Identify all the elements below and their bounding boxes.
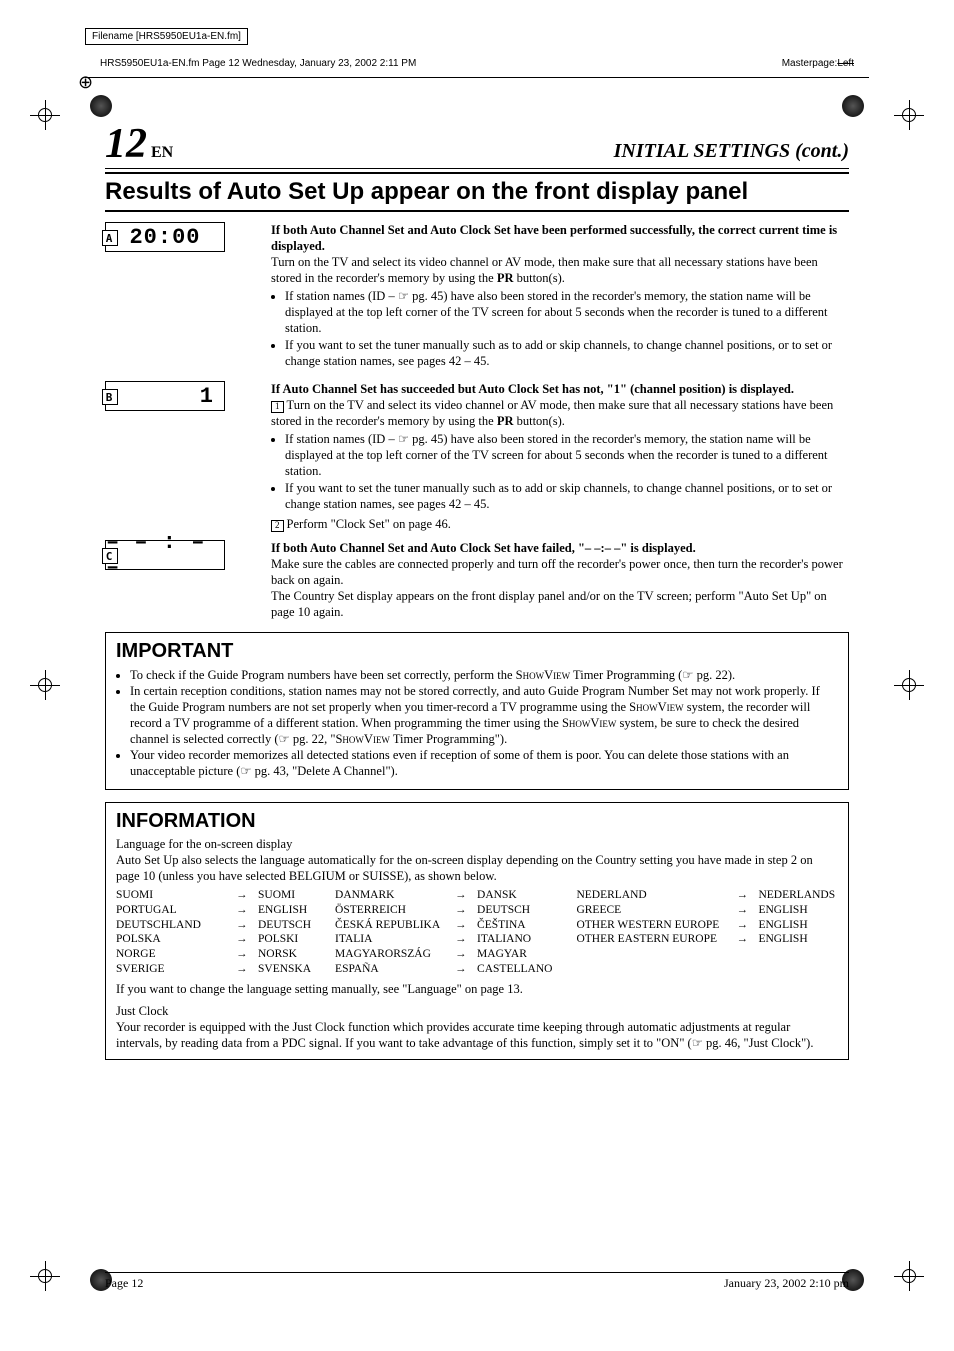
lang-heading: Language for the on-screen display [116, 836, 838, 852]
page-number: 12EN [105, 120, 173, 168]
masterpage-value: Left [837, 58, 854, 69]
masterpage-label: Masterpage:Left [782, 58, 854, 69]
scenario-a-bullet-1: If station names (ID – ☞ pg. 45) have al… [285, 288, 849, 336]
display-value-a: 20:00 [129, 225, 200, 250]
scenario-c-para2: The Country Set display appears on the f… [271, 588, 849, 620]
lang-row: ITALIA→ITALIANO [335, 932, 552, 947]
lang-row: DANMARK→DANSK [335, 888, 552, 903]
important-bullet-1: To check if the Guide Program numbers ha… [130, 667, 838, 683]
scenario-b-bullet-1: If station names (ID – ☞ pg. 45) have al… [285, 431, 849, 479]
lang-row: OTHER EASTERN EUROPE→ENGLISH [576, 932, 835, 947]
scenario-c-title: If both Auto Channel Set and Auto Clock … [271, 540, 849, 556]
lang-row: ESPAÑA→CASTELLANO [335, 962, 552, 977]
footer-page: Page 12 [105, 1276, 143, 1291]
filename-label: Filename [HRS5950EU1a-EN.fm] [85, 28, 248, 45]
display-label-a: A [102, 230, 118, 246]
scenario-b-step2: 2Perform "Clock Set" on page 46. [271, 516, 849, 532]
scenario-a-para: Turn on the TV and select its video chan… [271, 254, 849, 286]
just-clock-text: Your recorder is equipped with the Just … [116, 1019, 838, 1051]
lang-row: GREECE→ENGLISH [576, 903, 835, 918]
display-label-c: C [102, 548, 118, 564]
important-bullet-3: Your video recorder memorizes all detect… [130, 747, 838, 779]
lang-row: OTHER WESTERN EUROPE→ENGLISH [576, 918, 835, 933]
crop-mark-icon: ⊕ [78, 72, 93, 93]
section-title: INITIAL SETTINGS (cont.) [614, 140, 849, 163]
scenario-a-bullet-2: If you want to set the tuner manually su… [285, 337, 849, 369]
scenario-b-step1: 1Turn on the TV and select its video cha… [271, 397, 849, 429]
lang-row: NORGE→NORSK [116, 947, 311, 962]
lang-row: ÖSTERREICH→DEUTSCH [335, 903, 552, 918]
lang-intro: Auto Set Up also selects the language au… [116, 852, 838, 884]
display-frame-a: A 20:00 [105, 222, 225, 252]
scenario-b-bullet-2: If you want to set the tuner manually su… [285, 480, 849, 512]
important-box: IMPORTANT To check if the Guide Program … [105, 632, 849, 790]
important-title: IMPORTANT [116, 639, 838, 665]
lang-row: POLSKA→POLSKI [116, 932, 311, 947]
information-title: INFORMATION [116, 809, 838, 835]
lang-row: ČESKÁ REPUBLIKA→ČEŠTINA [335, 918, 552, 933]
lang-row: MAGYARORSZÁG→MAGYAR [335, 947, 552, 962]
display-label-b: B [102, 389, 118, 405]
display-frame-c: C – – : – – [105, 540, 225, 570]
page-lang: EN [151, 144, 173, 161]
main-heading: Results of Auto Set Up appear on the fro… [105, 172, 849, 212]
lang-row: DEUTSCHLAND→DEUTSCH [116, 918, 311, 933]
scenario-a-title: If both Auto Channel Set and Auto Clock … [271, 222, 849, 254]
masterpage-prefix: Masterpage: [782, 58, 838, 69]
lang-row: PORTUGAL→ENGLISH [116, 903, 311, 918]
important-bullet-2: In certain reception conditions, station… [130, 683, 838, 747]
display-value-c: – – : – – [106, 530, 224, 580]
language-table: SUOMI→SUOMIPORTUGAL→ENGLISHDEUTSCHLAND→D… [116, 888, 838, 976]
scenario-b-title: If Auto Channel Set has succeeded but Au… [271, 381, 849, 397]
just-clock-heading: Just Clock [116, 1003, 838, 1019]
lang-row: SUOMI→SUOMI [116, 888, 311, 903]
fm-line: HRS5950EU1a-EN.fm Page 12 Wednesday, Jan… [100, 58, 416, 69]
lang-row: SVERIGE→SVENSKA [116, 962, 311, 977]
display-frame-b: B 1 [105, 381, 225, 411]
footer-date: January 23, 2002 2:10 pm [724, 1276, 849, 1291]
scenario-c-para1: Make sure the cables are connected prope… [271, 556, 849, 588]
information-box: INFORMATION Language for the on-screen d… [105, 802, 849, 1060]
lang-outro: If you want to change the language setti… [116, 981, 838, 997]
lang-row: NEDERLAND→NEDERLANDS [576, 888, 835, 903]
page-number-value: 12 [105, 121, 147, 167]
display-value-b: 1 [200, 384, 214, 409]
